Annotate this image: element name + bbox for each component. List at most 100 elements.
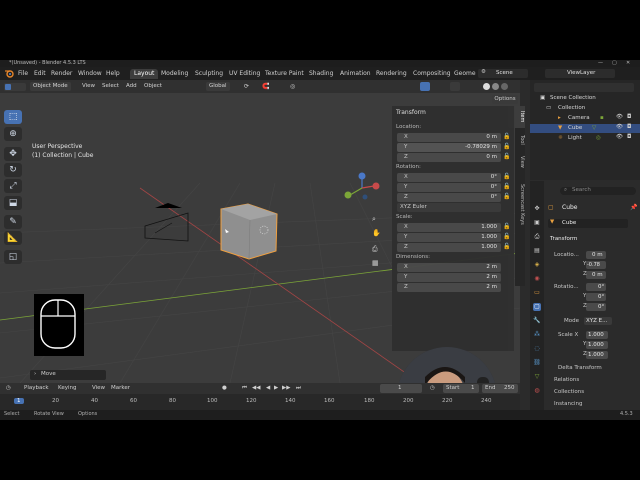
timeline-menu-playback[interactable]: Playback — [24, 385, 49, 391]
play-icon[interactable]: ▶ — [274, 385, 278, 391]
select-box-tool[interactable]: ⬚ — [4, 110, 22, 124]
camera-object[interactable] — [144, 203, 189, 242]
tool-props-icon[interactable]: ✥ — [533, 205, 541, 213]
collection-props-icon[interactable]: ▭ — [533, 289, 541, 297]
prop-scale-x[interactable]: 1.000 — [586, 331, 608, 339]
menu-file[interactable]: File — [18, 70, 28, 77]
lock-icon[interactable]: 🔓 — [503, 143, 511, 151]
scale-z-field[interactable]: Z 1.000 — [397, 243, 501, 252]
tab-texture-paint[interactable]: Texture Paint — [261, 69, 308, 79]
tab-animation[interactable]: Animation — [336, 69, 375, 79]
output-props-icon[interactable]: ⎙ — [533, 233, 541, 241]
menu-help[interactable]: Help — [106, 70, 120, 77]
pivot-icon[interactable]: ⟳ — [244, 83, 249, 90]
timer-icon[interactable]: ◷ — [430, 385, 435, 391]
proportional-edit-icon[interactable]: ◎ — [290, 83, 295, 90]
lock-icon[interactable]: 🔓 — [503, 183, 511, 191]
playhead-frame[interactable]: 1 — [14, 398, 24, 404]
viewport-menu-view[interactable]: View — [82, 83, 95, 89]
jump-end-icon[interactable]: ⏭ — [296, 385, 301, 392]
outliner-item-camera[interactable]: ▸ Camera ▪ — [530, 114, 640, 123]
cube-object[interactable] — [220, 203, 278, 260]
timeline-menu-marker[interactable]: Marker — [111, 385, 130, 391]
location-y-field[interactable]: Y -0.78029 m — [397, 143, 501, 152]
outliner-item-cube[interactable]: ▼ Cube ▽ — [530, 124, 640, 133]
dimensions-z-field[interactable]: Z2 m — [397, 283, 501, 292]
lock-icon[interactable]: 🔓 — [503, 243, 511, 251]
scene-props-icon[interactable]: ◈ — [533, 261, 541, 269]
prop-location-y[interactable]: -0.78 — [586, 261, 606, 269]
prop-scale-y[interactable]: 1.000 — [586, 341, 608, 349]
mode-dropdown[interactable]: Object Mode — [30, 82, 71, 91]
tab-layout[interactable]: Layout — [130, 69, 159, 79]
start-frame-field[interactable]: Start 1 — [443, 384, 479, 393]
prop-rotation-z[interactable]: 0° — [586, 303, 606, 311]
lock-icon[interactable]: 🔓 — [503, 153, 511, 161]
prop-rotation-x[interactable]: 0° — [586, 283, 606, 291]
relations-section[interactable]: Relations — [554, 377, 579, 383]
prop-rotation-mode-dropdown[interactable]: XYZ E... — [584, 317, 612, 325]
menu-edit[interactable]: Edit — [34, 70, 46, 77]
add-cube-tool[interactable]: ◱ — [4, 250, 22, 264]
last-operator-panel[interactable]: › Move — [30, 370, 106, 380]
transform-tool[interactable]: ⬓ — [4, 196, 22, 210]
current-frame-field[interactable]: 1 — [380, 384, 422, 393]
scene-selector[interactable]: ⚙ Scene — [478, 69, 528, 78]
tab-sculpting[interactable]: Sculpting — [191, 69, 227, 79]
tab-rendering[interactable]: Rendering — [372, 69, 411, 79]
object-props-icon[interactable]: ▢ — [533, 303, 541, 311]
viewport-menu-add[interactable]: Add — [126, 83, 137, 89]
material-shading-icon[interactable] — [492, 83, 499, 90]
jump-start-icon[interactable]: ⏮ — [242, 385, 247, 392]
viewport-menu-select[interactable]: Select — [102, 83, 119, 89]
minimize-button[interactable]: — — [598, 60, 603, 67]
transform-section-header[interactable]: Transform — [550, 236, 577, 242]
tab-screencast-keys[interactable]: Screencast Keys — [515, 174, 525, 234]
scale-y-field[interactable]: Y 1.000 — [397, 233, 501, 242]
rotation-y-field[interactable]: Y 0° — [397, 183, 501, 192]
render-camera-icon[interactable]: ◘ — [627, 134, 631, 140]
particle-props-icon[interactable]: ⁂ — [533, 331, 541, 339]
annotate-tool[interactable]: ✎ — [4, 215, 22, 229]
maximize-button[interactable]: ▢ — [612, 60, 617, 67]
tab-compositing[interactable]: Compositing — [409, 69, 455, 79]
snap-icon[interactable]: 🧲 — [262, 83, 269, 90]
constraint-props-icon[interactable]: ⛓ — [533, 359, 541, 367]
rotation-mode-dropdown[interactable]: XYZ Euler — [397, 203, 501, 212]
tab-shading[interactable]: Shading — [305, 69, 337, 79]
timeline-menu-keying[interactable]: Keying — [58, 385, 76, 391]
close-button[interactable]: ✕ — [626, 60, 630, 67]
select-mode-buttons[interactable] — [4, 83, 26, 91]
transform-panel-header[interactable]: Transform — [396, 109, 426, 116]
view-layer-selector[interactable]: ViewLayer — [545, 69, 615, 78]
pin-icon[interactable]: 📌 — [630, 204, 637, 211]
prop-location-z[interactable]: 0 m — [586, 271, 606, 279]
prop-scale-z[interactable]: 1.000 — [586, 351, 608, 359]
render-props-icon[interactable]: ▣ — [533, 219, 541, 227]
tab-geometry[interactable]: Geome — [450, 69, 480, 79]
blender-logo-icon[interactable] — [4, 69, 14, 78]
collections-section[interactable]: Collections — [554, 389, 584, 395]
menu-window[interactable]: Window — [78, 70, 102, 77]
overlay-toggle-icon[interactable] — [450, 82, 460, 91]
object-name-row[interactable]: ▢ Cube 📌 — [546, 203, 638, 213]
end-frame-field[interactable]: End 250 — [482, 384, 518, 393]
lock-icon[interactable]: 🔓 — [503, 173, 511, 181]
timeline-menu-view[interactable]: View — [92, 385, 105, 391]
viewport-menu-object[interactable]: Object — [144, 83, 162, 89]
dimensions-y-field[interactable]: Y2 m — [397, 273, 501, 282]
transform-orientation-dropdown[interactable]: Global — [206, 82, 230, 91]
delta-transform-section[interactable]: Delta Transform — [558, 365, 602, 371]
rotation-x-field[interactable]: X 0° — [397, 173, 501, 182]
modifier-props-icon[interactable]: 🔧 — [533, 317, 541, 325]
outliner-scene-collection[interactable]: ▣ Scene Collection — [530, 94, 640, 103]
tab-item[interactable]: Item — [515, 106, 525, 128]
next-key-icon[interactable]: ▶▶ — [282, 385, 290, 391]
navigation-gizmo[interactable] — [344, 172, 380, 200]
properties-search[interactable]: ⌕ Search — [560, 187, 636, 195]
render-camera-icon[interactable]: ◘ — [627, 114, 631, 120]
scale-tool[interactable]: ⤢ — [4, 179, 22, 193]
world-props-icon[interactable]: ◉ — [533, 275, 541, 283]
location-z-field[interactable]: Z0 m — [397, 153, 501, 162]
outliner-filter[interactable] — [534, 83, 634, 92]
